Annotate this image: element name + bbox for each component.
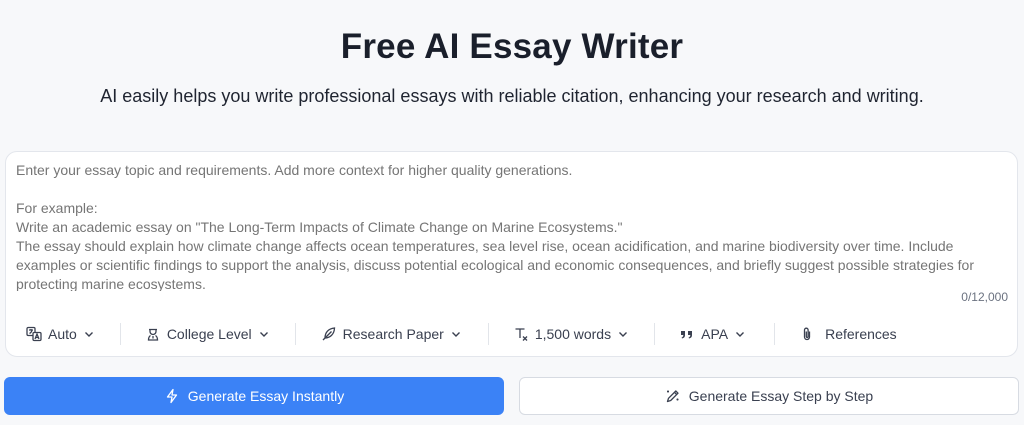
essay-type-select[interactable]: Research Paper bbox=[321, 326, 462, 342]
academic-level-label: College Level bbox=[166, 326, 252, 342]
paperclip-icon bbox=[803, 327, 811, 341]
chevron-down-icon bbox=[259, 332, 268, 337]
character-counter: 0/12,000 bbox=[961, 290, 1008, 304]
generate-step-by-step-label: Generate Essay Step by Step bbox=[688, 388, 874, 404]
essay-composer: 0/12,000 Auto College Level bbox=[5, 151, 1018, 357]
references-label: References bbox=[825, 326, 897, 342]
toolbar-divider bbox=[487, 323, 489, 345]
page-title: Free AI Essay Writer bbox=[340, 27, 684, 66]
page-subtitle: AI easily helps you write professional e… bbox=[100, 86, 924, 106]
chevron-down-icon bbox=[451, 332, 460, 337]
essay-prompt-input[interactable] bbox=[16, 161, 1006, 291]
toolbar-divider bbox=[774, 323, 776, 345]
chevron-down-icon bbox=[619, 332, 628, 337]
feather-pen-icon bbox=[322, 327, 335, 341]
lightning-icon bbox=[166, 388, 177, 404]
word-count-label: 1,500 words bbox=[534, 326, 612, 342]
generate-instantly-button[interactable]: Generate Essay Instantly bbox=[4, 377, 504, 415]
references-button[interactable]: References bbox=[799, 326, 897, 342]
chevron-down-icon bbox=[736, 332, 745, 337]
language-label: Auto bbox=[48, 326, 77, 342]
quote-icon bbox=[681, 331, 693, 339]
toolbar-divider bbox=[654, 323, 656, 345]
translate-icon bbox=[26, 326, 42, 342]
citation-style-select[interactable]: APA bbox=[679, 326, 746, 342]
magic-pen-icon bbox=[666, 390, 679, 403]
student-icon bbox=[147, 328, 158, 341]
generate-instantly-label: Generate Essay Instantly bbox=[187, 388, 345, 404]
language-select[interactable]: Auto bbox=[26, 326, 95, 342]
essay-type-label: Research Paper bbox=[342, 326, 444, 342]
generate-step-by-step-button[interactable]: Generate Essay Step by Step bbox=[519, 377, 1019, 415]
toolbar-divider bbox=[294, 323, 296, 345]
chevron-down-icon bbox=[84, 332, 93, 337]
word-count-select[interactable]: 1,500 words bbox=[513, 326, 629, 342]
essay-options-toolbar: Auto College Level Research Paper 1,500 … bbox=[6, 316, 1017, 352]
citation-style-label: APA bbox=[701, 326, 729, 342]
academic-level-select[interactable]: College Level bbox=[145, 326, 270, 342]
toolbar-divider bbox=[119, 323, 121, 345]
text-format-icon bbox=[515, 328, 528, 341]
